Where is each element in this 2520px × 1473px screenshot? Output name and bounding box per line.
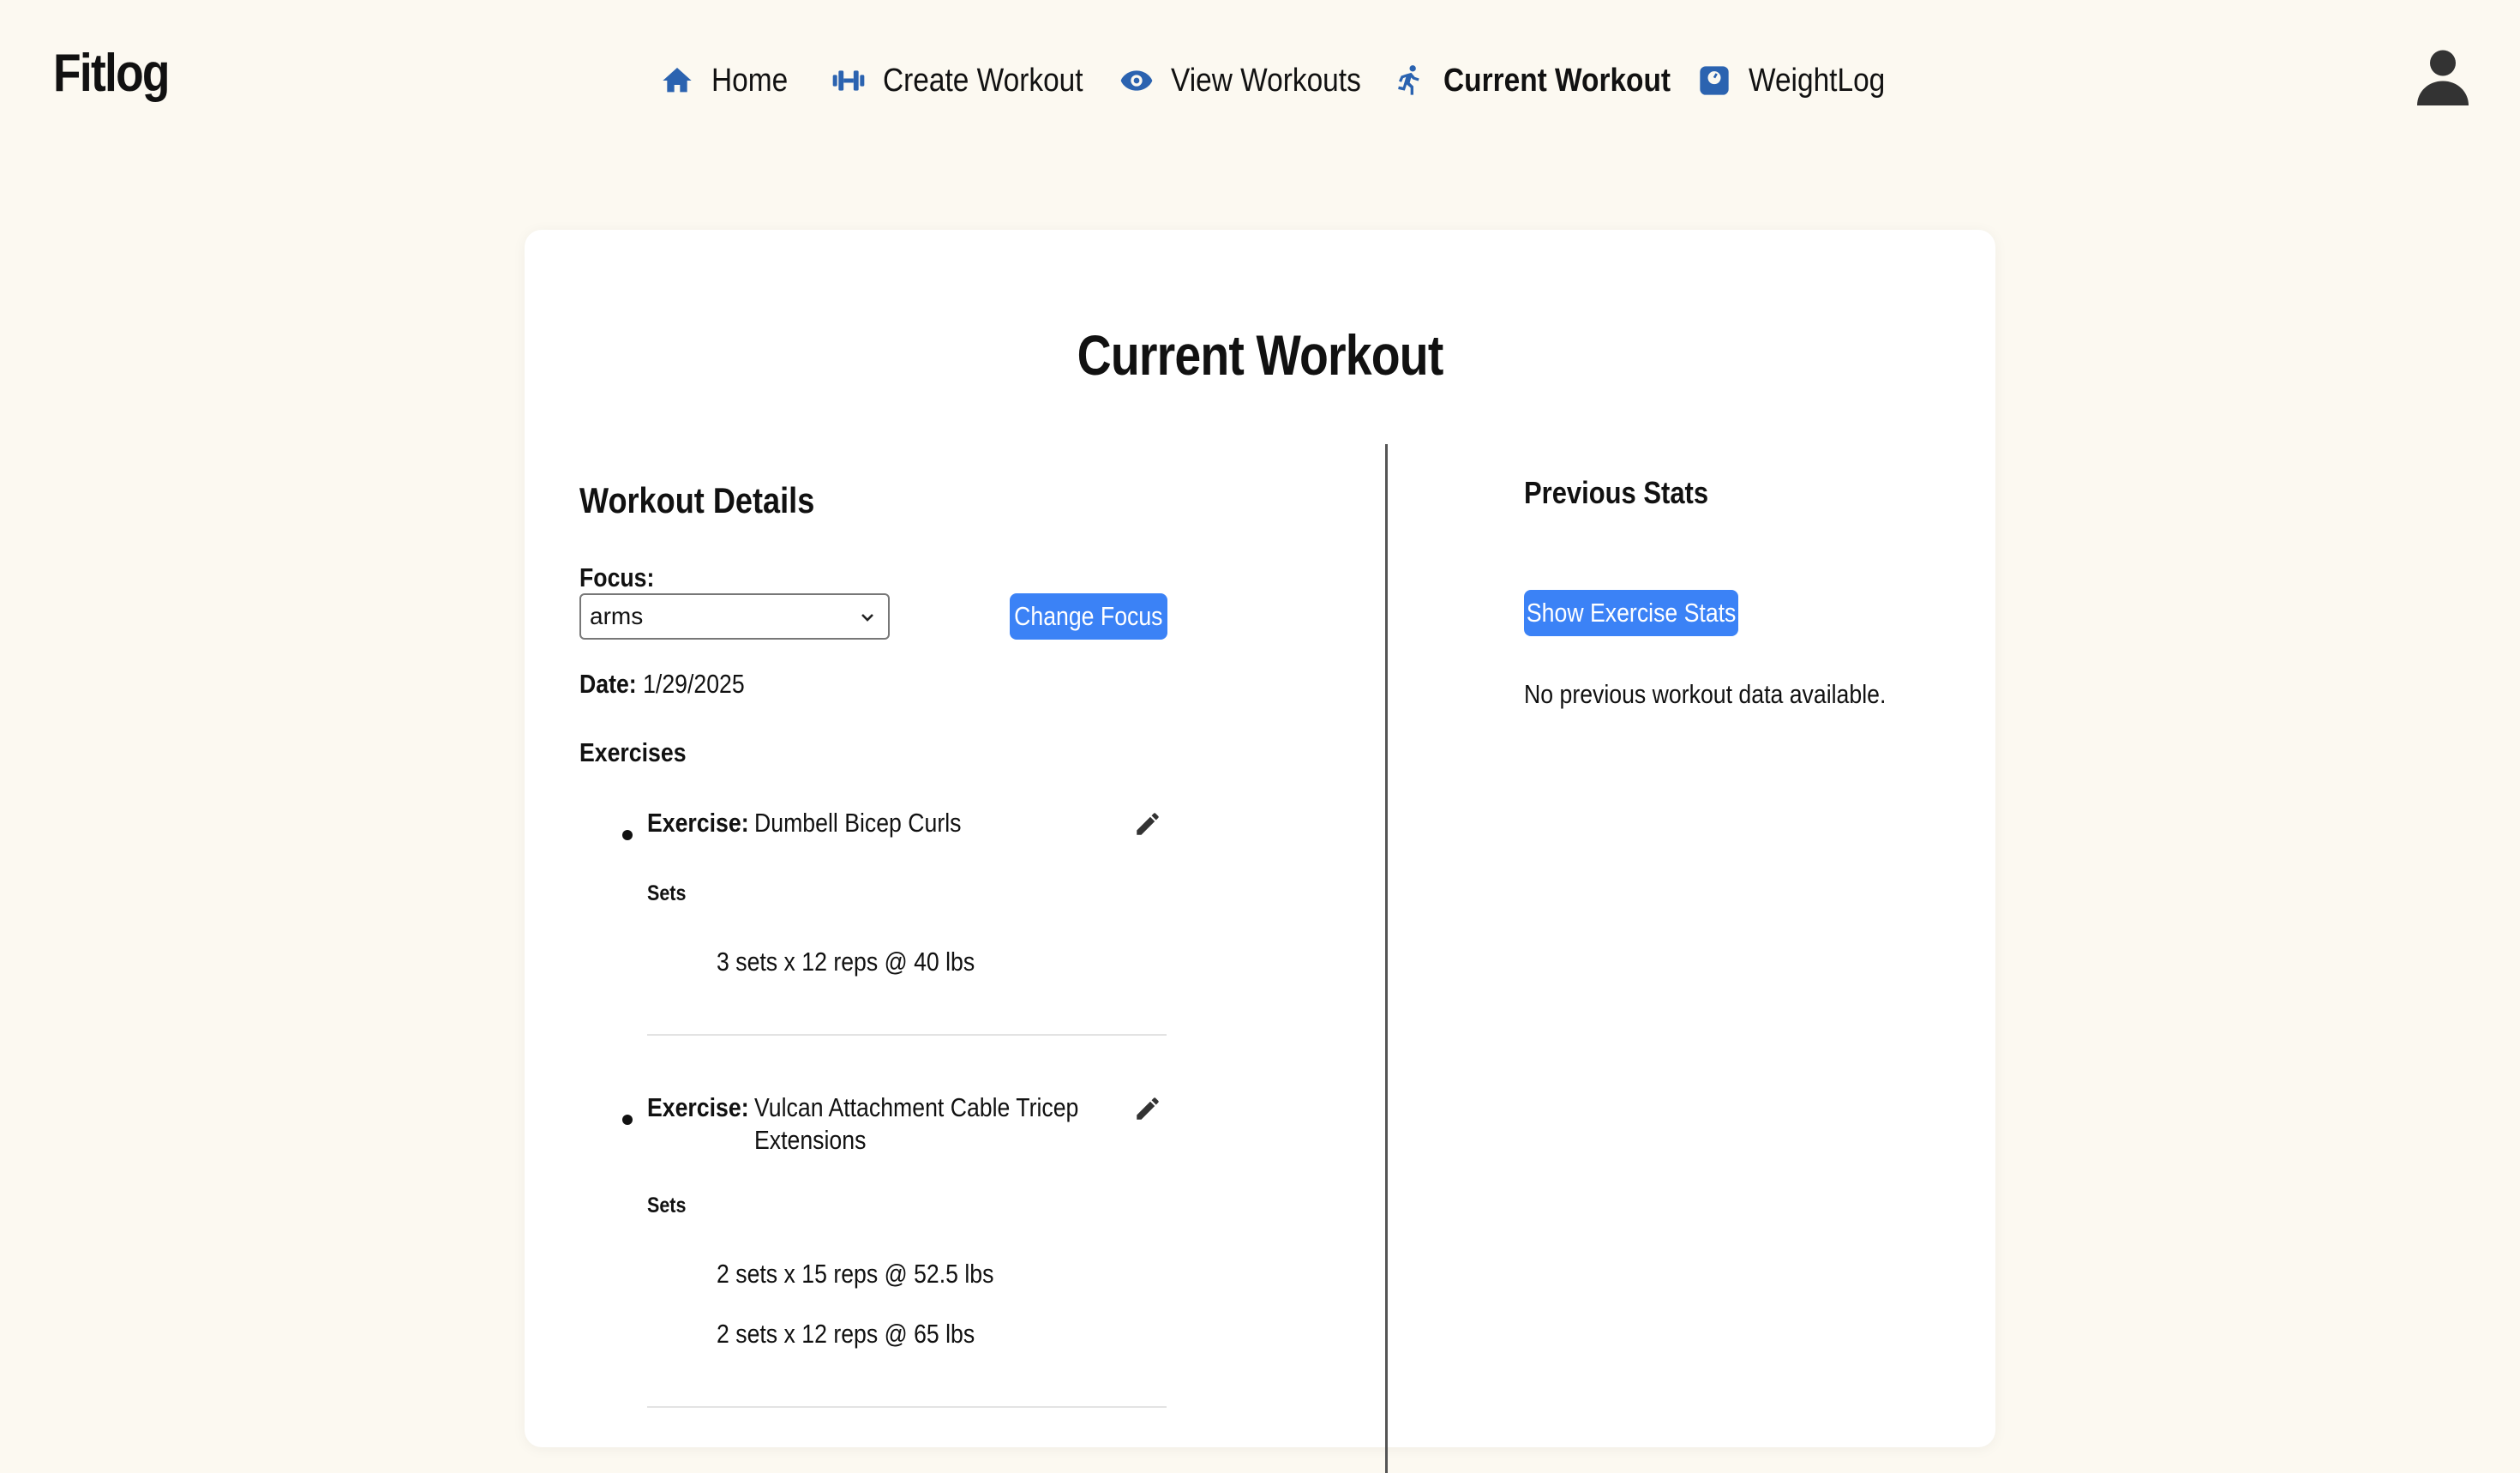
set-entry: 2 sets x 12 reps @ 65 lbs (717, 1319, 975, 1349)
pencil-icon[interactable] (1133, 1094, 1162, 1123)
chevron-down-icon (861, 614, 873, 622)
set-entry: 3 sets x 12 reps @ 40 lbs (717, 947, 975, 977)
set-entry: 2 sets x 15 reps @ 52.5 lbs (717, 1259, 994, 1289)
current-workout-card: Current Workout Workout Details Focus: a… (525, 230, 1995, 1473)
page-title: Current Workout (1077, 323, 1444, 387)
workout-details-heading: Workout Details (579, 480, 815, 520)
scale-icon (1697, 63, 1731, 98)
nav-item-create-workout[interactable]: Create Workout (831, 53, 1110, 108)
nav-view-workouts-label: View Workouts (1171, 62, 1361, 99)
nav-item-weightlog[interactable]: WeightLog (1697, 53, 1904, 108)
exercise-label: Exercise: (647, 1092, 749, 1122)
home-icon (660, 63, 694, 98)
eye-icon (1119, 63, 1154, 98)
date-label: Date: (579, 669, 637, 699)
date-value: 1/29/2025 (643, 669, 745, 699)
exercise-name-continued: Extensions (754, 1125, 867, 1155)
nav-item-home[interactable]: Home (660, 53, 798, 108)
list-bullet (622, 1115, 633, 1125)
nav-current-workout-label: Current Workout (1443, 62, 1671, 99)
exercise-name: Vulcan Attachment Cable Tricep (754, 1092, 1079, 1122)
running-person-icon (1392, 63, 1426, 98)
user-icon[interactable] (2412, 46, 2474, 108)
change-focus-button[interactable]: Change Focus (1010, 593, 1167, 640)
nav-create-workout-label: Create Workout (883, 62, 1083, 99)
focus-select-value: arms (590, 603, 644, 629)
date-row: Date: 1/29/2025 (579, 669, 771, 700)
dumbbell-icon (831, 63, 866, 98)
nav-weightlog-label: WeightLog (1749, 62, 1886, 99)
nav-item-view-workouts[interactable]: View Workouts (1119, 53, 1387, 108)
top-navbar: Fitlog Home Create Workout View Workouts (0, 0, 2520, 163)
focus-select[interactable]: arms (579, 593, 890, 640)
exercise-separator (647, 1034, 1167, 1036)
focus-label: Focus: (579, 562, 655, 592)
previous-stats-heading: Previous Stats (1524, 475, 1709, 510)
no-stats-message: No previous workout data available. (1524, 679, 1887, 709)
exercises-heading: Exercises (579, 737, 687, 767)
nav-item-current-workout[interactable]: Current Workout (1392, 53, 1701, 108)
pencil-icon[interactable] (1133, 809, 1162, 839)
exercise-separator (647, 1406, 1167, 1408)
nav-home-label: Home (711, 62, 789, 99)
exercise-label: Exercise: (647, 808, 749, 838)
column-divider (1385, 444, 1388, 1473)
exercise-name: Dumbell Bicep Curls (754, 808, 962, 838)
sets-label: Sets (647, 1193, 687, 1217)
show-exercise-stats-button[interactable]: Show Exercise Stats (1524, 590, 1738, 636)
app-logo[interactable]: Fitlog (53, 43, 170, 104)
sets-label: Sets (647, 881, 687, 905)
list-bullet (622, 830, 633, 840)
